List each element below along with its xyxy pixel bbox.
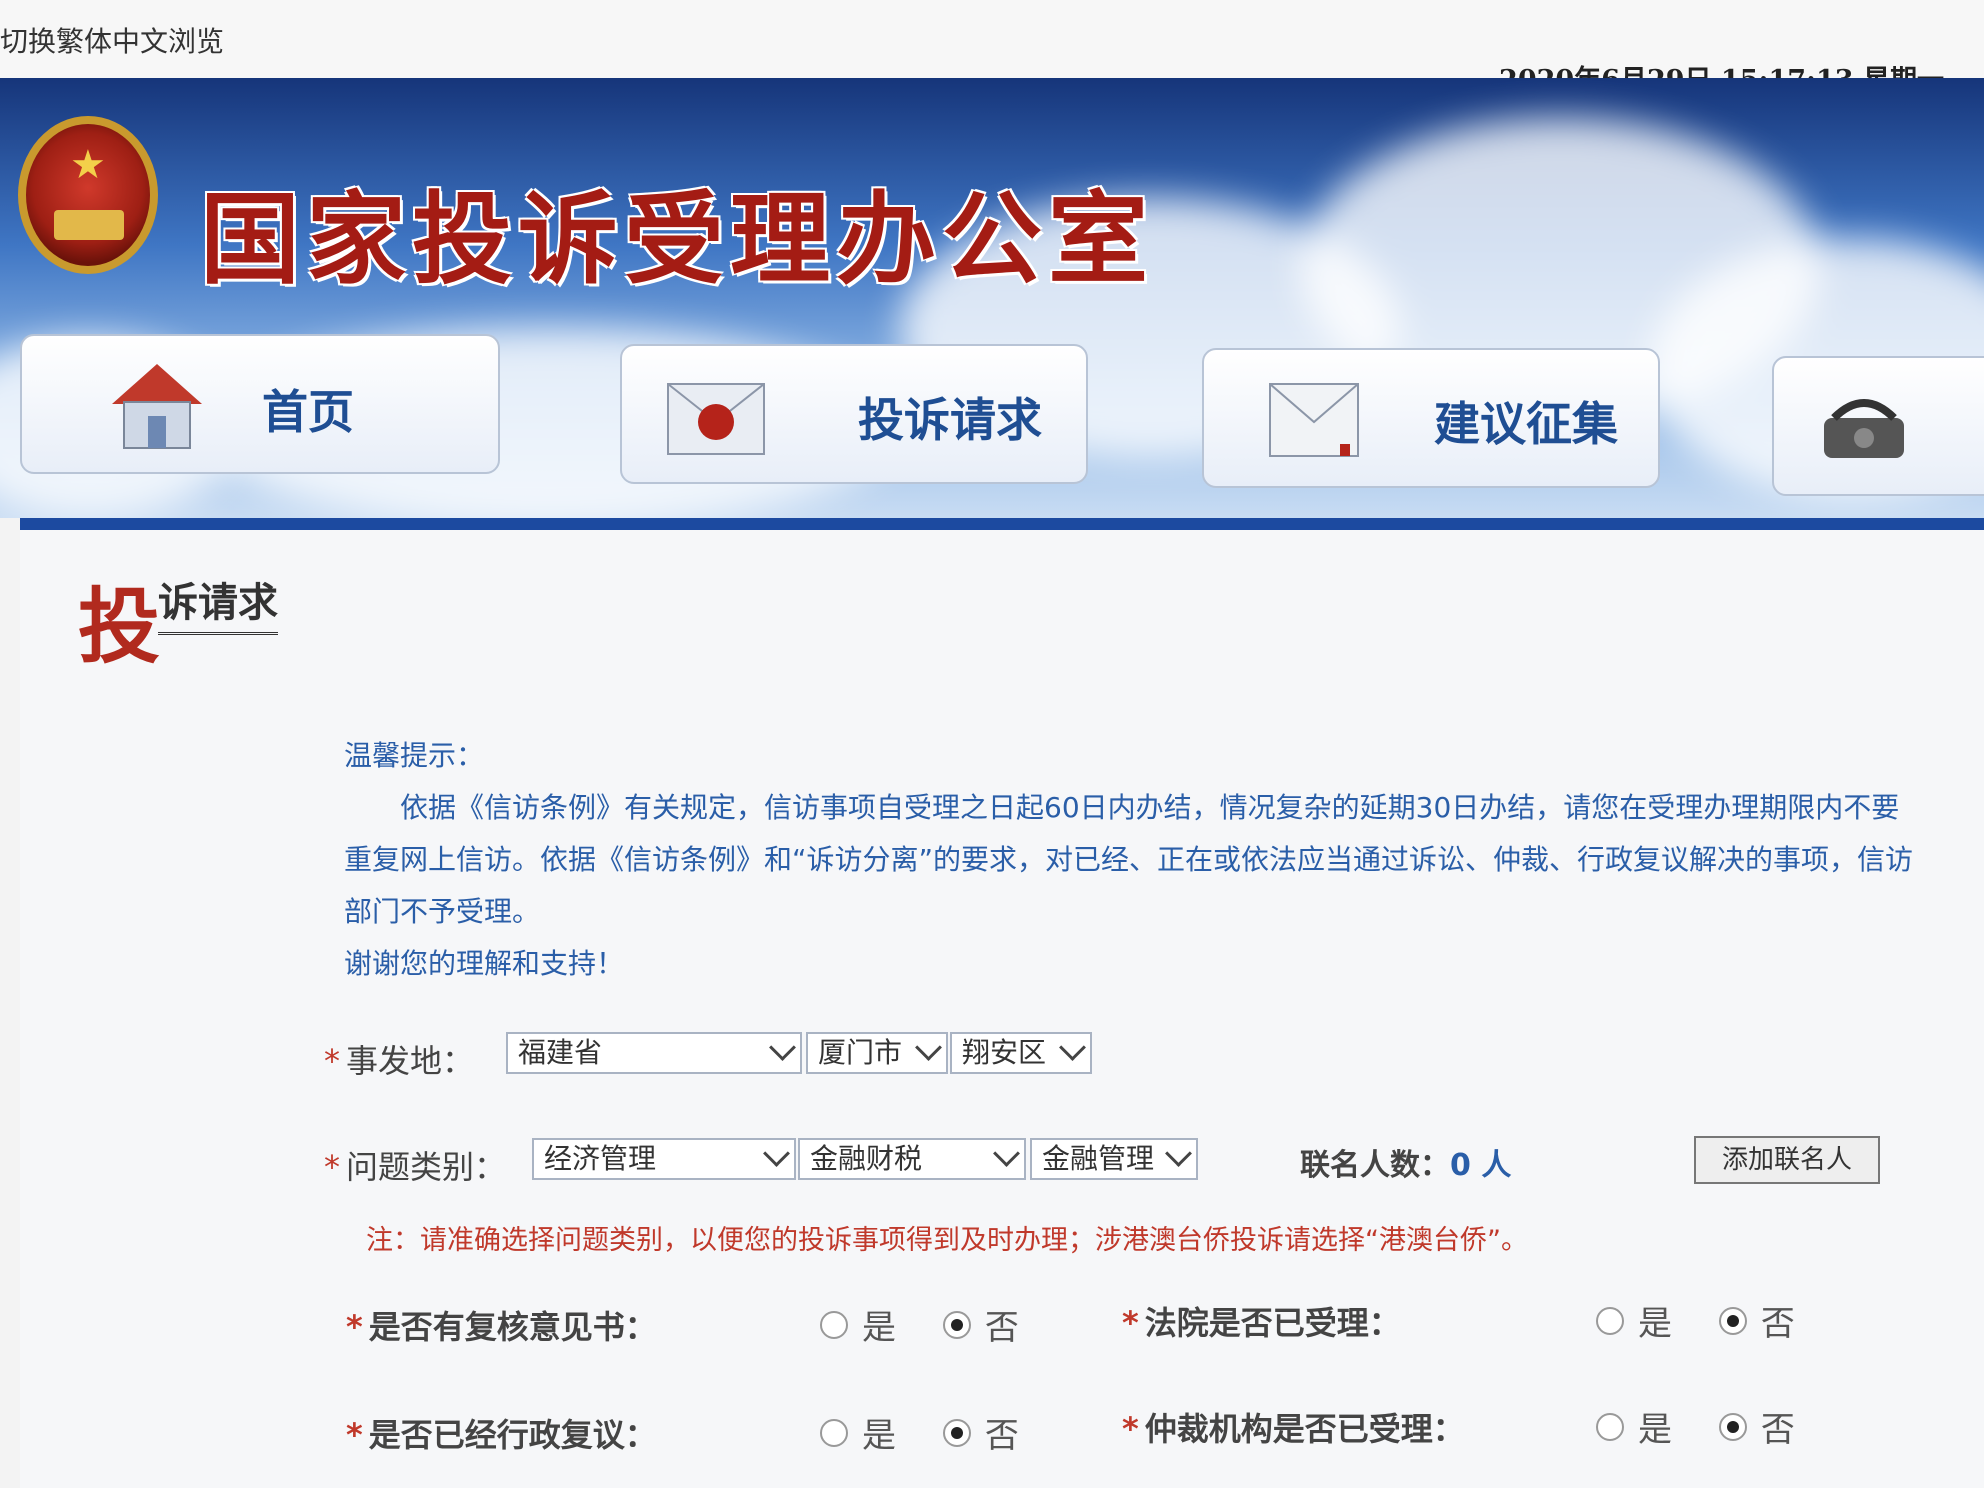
- phone-icon: [1824, 399, 1904, 458]
- chevron-down-icon: [915, 1034, 942, 1061]
- category-row: * 问题类别：: [324, 1142, 506, 1188]
- tab-home[interactable]: 首页: [20, 334, 500, 474]
- admin-review-question: * 是否已经行政复议：: [346, 1410, 657, 1456]
- arbitration-no-radio[interactable]: [1718, 1412, 1747, 1441]
- court-label: 法院是否已受理：: [1144, 1304, 1401, 1342]
- required-mark: *: [324, 1148, 340, 1186]
- section-title: 投 诉请求: [78, 560, 278, 679]
- city-value: 厦门市: [818, 1036, 903, 1069]
- tab-complaint[interactable]: 投诉请求: [620, 344, 1088, 484]
- no-label: 否: [984, 1416, 1019, 1456]
- yes-label: 是: [862, 1416, 896, 1456]
- admin-review-radio-group: 是 否: [820, 1408, 1055, 1457]
- envelope-icon: [1269, 383, 1359, 457]
- national-emblem-icon: ★: [18, 116, 158, 274]
- notice-body: 依据《信访条例》有关规定，信访事项自受理之日起60日内办结，情况复杂的延期30日…: [344, 791, 1914, 928]
- review-letter-no-radio[interactable]: [942, 1310, 971, 1339]
- tab-home-label: 首页: [262, 385, 354, 439]
- switch-traditional-chinese-link[interactable]: 切换繁体中文浏览: [0, 20, 224, 60]
- tab-suggestion[interactable]: 建议征集: [1202, 348, 1660, 488]
- location-row: * 事发地：: [324, 1036, 474, 1082]
- section-title-first-char: 投: [78, 579, 161, 675]
- category3-select[interactable]: 金融管理: [1030, 1138, 1198, 1180]
- yes-label: 是: [862, 1308, 896, 1348]
- no-label: 否: [1760, 1304, 1795, 1344]
- cosigners-count: 联名人数：0 人: [1300, 1140, 1511, 1184]
- tab-suggestion-label: 建议征集: [1434, 397, 1618, 451]
- review-letter-label: 是否有复核意见书：: [368, 1308, 657, 1346]
- yes-label: 是: [1638, 1304, 1672, 1344]
- admin-review-no-radio[interactable]: [942, 1418, 971, 1447]
- court-question: * 法院是否已受理：: [1122, 1298, 1401, 1344]
- add-cosigner-button[interactable]: 添加联名人: [1694, 1136, 1880, 1184]
- arbitration-radio-group: 是 否: [1596, 1402, 1831, 1451]
- review-letter-question: * 是否有复核意见书：: [346, 1302, 657, 1348]
- category-label: 问题类别：: [346, 1148, 507, 1186]
- required-mark: *: [346, 1416, 363, 1454]
- category3-value: 金融管理: [1042, 1142, 1155, 1175]
- chevron-down-icon: [769, 1034, 796, 1061]
- required-mark: *: [324, 1042, 340, 1080]
- yes-label: 是: [1638, 1410, 1672, 1450]
- chevron-down-icon: [763, 1140, 790, 1167]
- header-banner: ★ 国家投诉受理办公室 首页 投诉请求 建议征集: [0, 78, 1984, 518]
- province-select[interactable]: 福建省: [506, 1032, 802, 1074]
- top-bar: 切换繁体中文浏览 2020年6月29日 15:17:13 星期一: [0, 0, 1984, 96]
- city-select[interactable]: 厦门市: [806, 1032, 948, 1074]
- sealed-envelope-icon: [667, 383, 765, 455]
- court-yes-radio[interactable]: [1596, 1306, 1624, 1335]
- arbitration-yes-radio[interactable]: [1596, 1412, 1624, 1441]
- court-radio-group: 是 否: [1596, 1296, 1831, 1345]
- notice-heading: 温馨提示：: [344, 739, 485, 772]
- chevron-down-icon: [1165, 1140, 1192, 1167]
- site-title: 国家投诉受理办公室: [200, 181, 1154, 298]
- required-mark: *: [1122, 1410, 1139, 1448]
- province-value: 福建省: [518, 1036, 603, 1069]
- section-title-rest: 诉请求: [158, 570, 278, 635]
- category2-select[interactable]: 金融财税: [798, 1138, 1026, 1180]
- location-label: 事发地：: [346, 1042, 475, 1080]
- district-select[interactable]: 翔安区: [950, 1032, 1092, 1074]
- category1-select[interactable]: 经济管理: [532, 1138, 796, 1180]
- review-letter-yes-radio[interactable]: [820, 1310, 848, 1339]
- review-letter-radio-group: 是 否: [820, 1300, 1055, 1349]
- required-mark: *: [1122, 1304, 1139, 1342]
- arbitration-question: * 仲裁机构是否已受理：: [1122, 1404, 1465, 1450]
- category2-value: 金融财税: [810, 1142, 923, 1175]
- court-no-radio[interactable]: [1718, 1306, 1747, 1335]
- chevron-down-icon: [1059, 1034, 1086, 1061]
- no-label: 否: [1760, 1410, 1795, 1450]
- admin-review-yes-radio[interactable]: [820, 1418, 848, 1447]
- category-note: 注：请准确选择问题类别，以便您的投诉事项得到及时办理；涉港澳台侨投诉请选择“港澳…: [366, 1225, 1528, 1256]
- district-value: 翔安区: [962, 1036, 1047, 1069]
- house-icon: [112, 364, 202, 449]
- header-divider: [20, 518, 1984, 530]
- admin-review-label: 是否已经行政复议：: [368, 1416, 657, 1454]
- required-mark: *: [346, 1308, 363, 1346]
- tab-more[interactable]: [1772, 356, 1984, 496]
- arbitration-label: 仲裁机构是否已受理：: [1144, 1410, 1465, 1448]
- category1-value: 经济管理: [544, 1142, 657, 1175]
- chevron-down-icon: [993, 1140, 1020, 1167]
- tab-complaint-label: 投诉请求: [858, 393, 1042, 447]
- cosigners-value: 0 人: [1450, 1148, 1512, 1183]
- cosigners-label: 联名人数：: [1300, 1148, 1450, 1183]
- notice-thanks: 谢谢您的理解和支持！: [344, 947, 625, 980]
- no-label: 否: [984, 1308, 1019, 1348]
- notice-box: 温馨提示： 依据《信访条例》有关规定，信访事项自受理之日起60日内办结，情况复杂…: [344, 730, 1924, 990]
